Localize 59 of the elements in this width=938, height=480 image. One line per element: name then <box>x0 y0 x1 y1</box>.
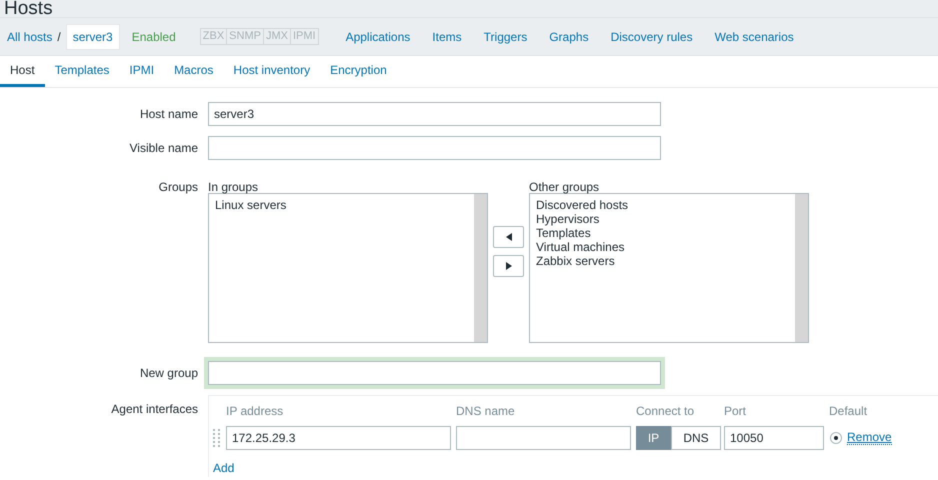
tab[interactable]: Encryption <box>320 56 397 87</box>
right-triangle-icon <box>506 262 512 270</box>
availability-indicator: SNMP <box>227 28 264 45</box>
remove-link[interactable]: Remove <box>847 431 892 445</box>
move-button[interactable] <box>493 255 524 277</box>
add-link[interactable]: Add <box>213 461 234 475</box>
nav-link[interactable]: Applications <box>346 28 410 46</box>
nav-link[interactable]: Web scenarios <box>714 28 794 46</box>
text-field[interactable] <box>456 426 631 450</box>
listbox[interactable]: Linux servers <box>208 193 488 343</box>
column-header: DNS name <box>456 404 515 418</box>
list-option[interactable]: Linux servers <box>215 198 286 212</box>
listbox[interactable]: Discovered hosts Hypervisors Templates Virtual machines Zabbix servers <box>529 193 809 343</box>
field-label: Groups <box>158 180 198 194</box>
radio-button[interactable] <box>830 432 842 444</box>
column-header: Other groups <box>529 180 600 194</box>
nav-link[interactable]: Triggers <box>484 28 528 46</box>
toggle-button[interactable]: IP <box>636 426 671 450</box>
list-option[interactable]: Discovered hosts <box>536 198 628 212</box>
breadcrumb-link[interactable]: server3 <box>66 24 120 50</box>
text-field[interactable]: 10050 <box>724 426 824 450</box>
list-option[interactable]: Templates <box>536 226 591 240</box>
text-field[interactable]: server3 <box>208 102 661 126</box>
column-header: Connect to <box>636 404 694 418</box>
text-field[interactable]: 172.25.29.3 <box>226 426 451 450</box>
tab[interactable]: Host <box>0 56 45 87</box>
nav-link[interactable]: Graphs <box>549 28 589 46</box>
tab[interactable]: IPMI <box>119 56 164 87</box>
breadcrumb-separator: / <box>57 28 61 46</box>
tab[interactable]: Macros <box>164 56 224 87</box>
field-label: Host name <box>140 107 198 121</box>
drag-handle-icon[interactable] <box>213 429 220 447</box>
list-option[interactable]: Virtual machines <box>536 240 624 254</box>
availability-indicator: ZBX <box>200 28 228 45</box>
column-header: In groups <box>208 180 258 194</box>
field-label: Agent interfaces <box>111 402 198 416</box>
tab[interactable]: Templates <box>44 56 120 87</box>
field-label: Visible name <box>130 141 198 155</box>
list-option[interactable]: Zabbix servers <box>536 254 615 268</box>
field-label: New group <box>140 366 198 380</box>
scrollbar[interactable] <box>474 194 487 342</box>
availability-indicator: JMX <box>264 28 291 45</box>
breadcrumb-link[interactable]: All hosts <box>7 28 52 46</box>
nav-link[interactable]: Items <box>432 28 462 46</box>
column-header: IP address <box>226 404 284 418</box>
status-text: Enabled <box>132 28 176 46</box>
text-field[interactable] <box>208 136 661 160</box>
left-triangle-icon <box>506 233 512 241</box>
tab[interactable]: Host inventory <box>223 56 320 87</box>
column-header: Port <box>724 404 746 418</box>
scrollbar[interactable] <box>795 194 808 342</box>
availability-indicator: IPMI <box>290 28 319 45</box>
list-option[interactable]: Hypervisors <box>536 212 600 226</box>
text-field[interactable] <box>208 361 661 385</box>
move-button[interactable] <box>493 226 524 248</box>
nav-link[interactable]: Discovery rules <box>610 28 693 46</box>
column-header: Default <box>829 404 868 418</box>
toggle-button[interactable]: DNS <box>671 426 721 450</box>
page-title: Hosts <box>3 0 54 17</box>
